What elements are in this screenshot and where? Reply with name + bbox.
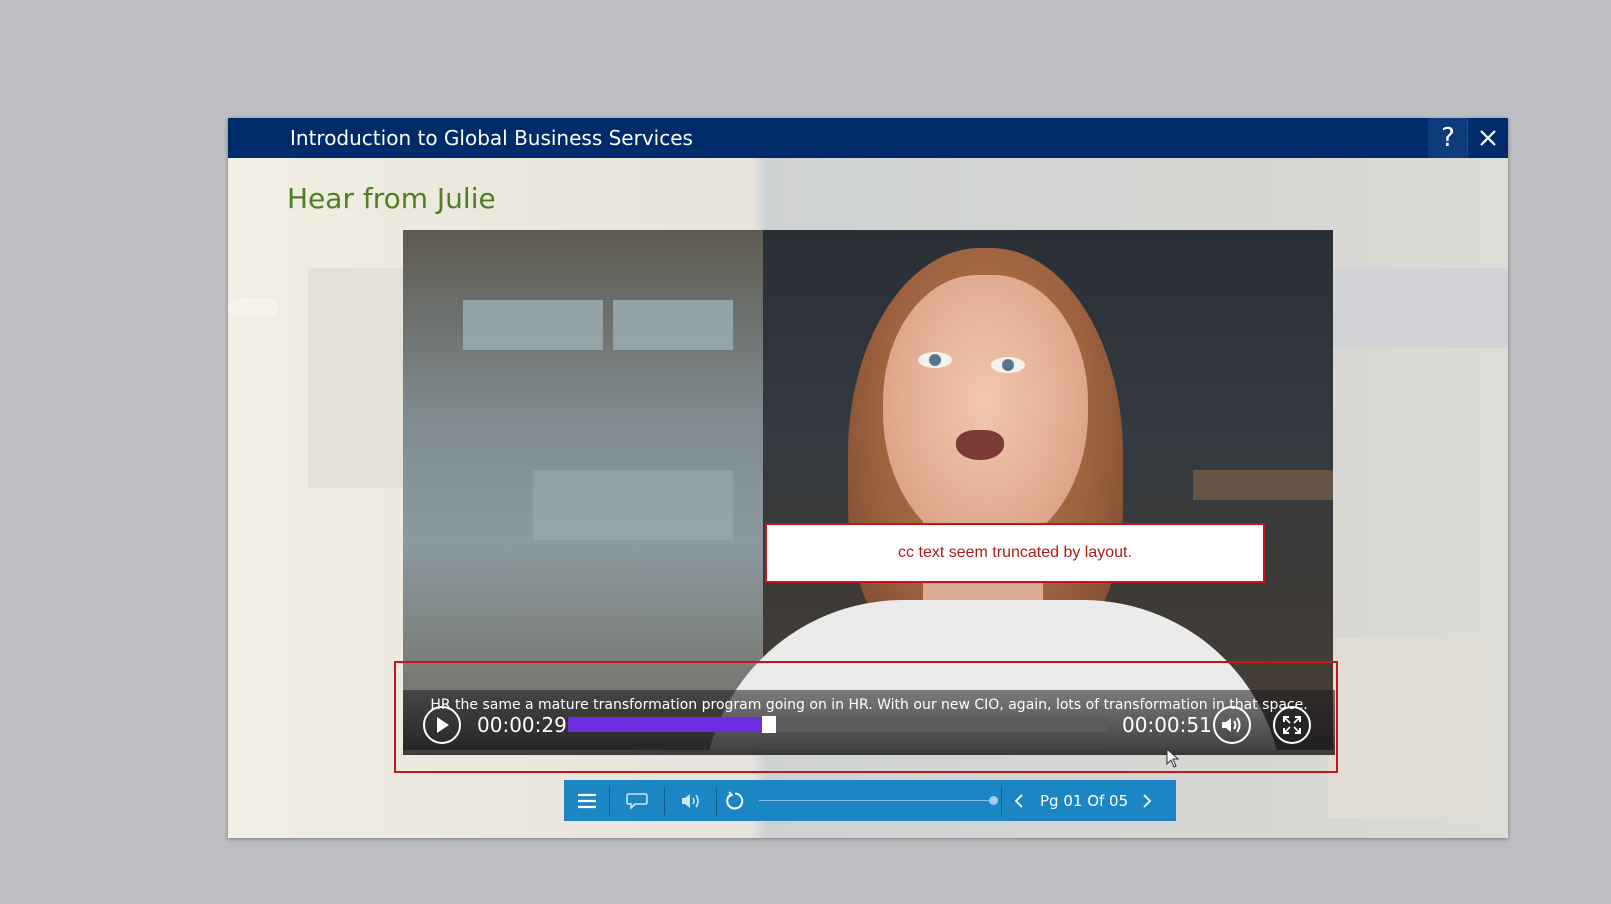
speaker-eye: [991, 357, 1025, 373]
course-nav-bar: Pg 01 Of 05: [564, 780, 1176, 821]
fullscreen-icon: [1283, 716, 1301, 734]
speaker-face: [883, 275, 1088, 550]
page-indicator: Pg 01 Of 05: [1040, 791, 1129, 810]
slide-progress-handle[interactable]: [989, 796, 998, 805]
background-blur: [228, 298, 278, 316]
course-title: Introduction to Global Business Services: [290, 126, 693, 150]
review-note: cc text seem truncated by layout.: [765, 523, 1265, 583]
total-time: 00:00:51: [1122, 713, 1212, 737]
seek-handle[interactable]: [762, 716, 777, 733]
speech-bubble-icon: [626, 792, 648, 810]
speaker-mouth: [956, 430, 1004, 460]
speaker-eye: [918, 352, 952, 368]
menu-button[interactable]: [564, 780, 609, 821]
mouse-cursor-icon: [1166, 747, 1180, 773]
video-window-pane: [533, 470, 733, 540]
video-controls: HR the same a mature transformation prog…: [403, 690, 1335, 755]
close-button[interactable]: [1467, 118, 1508, 158]
volume-button[interactable]: [1213, 706, 1251, 744]
menu-icon: [577, 793, 596, 808]
seek-bar[interactable]: [568, 716, 1108, 733]
play-icon: [437, 717, 449, 733]
slide-progress-track: [759, 800, 993, 801]
video-window-pane: [613, 300, 733, 350]
slide-heading: Hear from Julie: [287, 182, 496, 215]
audio-button[interactable]: [665, 780, 716, 821]
video-window-pane: [463, 300, 603, 350]
video-frame[interactable]: [403, 230, 1333, 750]
previous-page-button[interactable]: [1002, 780, 1036, 821]
chevron-right-icon: [1143, 793, 1152, 808]
video-shelf: [1193, 470, 1333, 500]
background-blur: [1328, 638, 1488, 818]
replay-button[interactable]: [717, 780, 753, 821]
replay-icon: [726, 790, 744, 809]
transcript-button[interactable]: [610, 780, 664, 821]
slide-progress-bar[interactable]: [753, 780, 1001, 821]
close-icon: [1480, 130, 1496, 146]
current-time: 00:00:29: [477, 713, 567, 737]
title-bar: Introduction to Global Business Services…: [228, 118, 1508, 158]
chevron-left-icon: [1014, 793, 1023, 808]
volume-icon: [1222, 717, 1241, 733]
seek-bar-played: [568, 717, 770, 732]
help-icon: ?: [1441, 123, 1455, 153]
fullscreen-button[interactable]: [1273, 706, 1311, 744]
background-blur: [308, 268, 418, 488]
next-page-button[interactable]: [1132, 780, 1162, 821]
background-blur: [1308, 268, 1508, 348]
play-button[interactable]: [423, 706, 461, 744]
help-button[interactable]: ?: [1428, 118, 1468, 158]
speaker-icon: [681, 793, 699, 808]
